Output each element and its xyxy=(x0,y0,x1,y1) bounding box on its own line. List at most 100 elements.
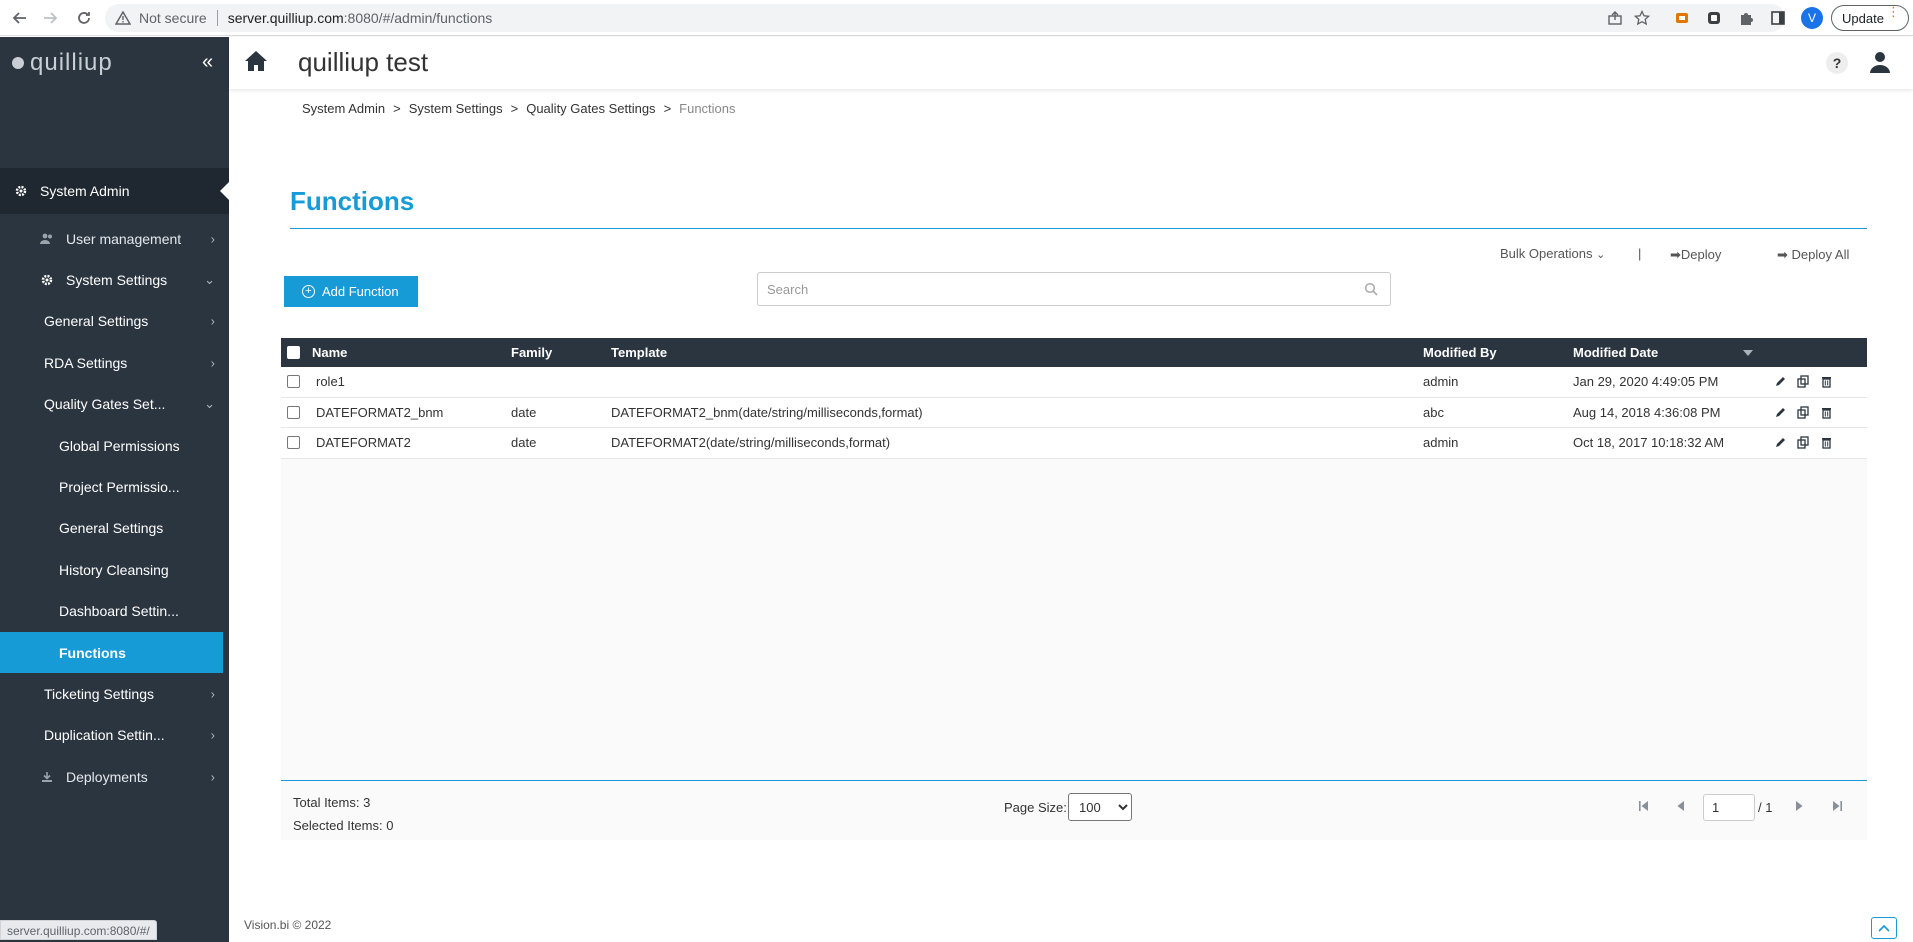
table-row[interactable]: DATEFORMAT2_bnm date DATEFORMAT2_bnm(dat… xyxy=(281,397,1867,428)
scroll-to-top-button[interactable] xyxy=(1871,917,1897,939)
edit-icon[interactable] xyxy=(1774,436,1787,449)
trash-icon[interactable] xyxy=(1820,375,1833,388)
sidebar-item-qg-general-settings[interactable]: General Settings xyxy=(0,508,229,549)
sidebar-item-label: Deployments xyxy=(66,768,148,785)
sidebar-item-label: Quality Gates Set... xyxy=(44,396,166,413)
more-menu-icon: ⋮ xyxy=(1887,4,1900,19)
chevron-right-icon: › xyxy=(210,313,215,329)
search-icon[interactable] xyxy=(1364,282,1378,296)
bookmark-star-icon[interactable] xyxy=(1632,8,1652,28)
back-icon[interactable] xyxy=(8,6,32,30)
select-all-checkbox[interactable] xyxy=(287,346,300,359)
sidebar-item-system-settings[interactable]: System Settings ⌄ xyxy=(0,259,229,300)
breadcrumb-separator: > xyxy=(663,101,672,116)
edit-icon[interactable] xyxy=(1774,375,1787,388)
row-actions xyxy=(1774,428,1833,458)
profile-avatar[interactable]: V xyxy=(1801,7,1823,29)
trash-icon[interactable] xyxy=(1820,436,1833,449)
sidebar-item-global-permissions[interactable]: Global Permissions xyxy=(0,425,229,466)
sidebar-item-label: System Admin xyxy=(40,183,130,199)
row-checkbox[interactable] xyxy=(287,405,300,419)
sidebar-item-general-settings[interactable]: General Settings › xyxy=(0,301,229,342)
edit-icon[interactable] xyxy=(1774,406,1787,419)
cast-extension-icon[interactable] xyxy=(1672,8,1692,28)
row-actions xyxy=(1774,398,1833,428)
breadcrumb-quality-gates-settings[interactable]: Quality Gates Settings xyxy=(526,101,655,116)
puzzle-extensions-icon[interactable] xyxy=(1736,8,1756,28)
column-header-name[interactable]: Name xyxy=(312,338,347,367)
quilliup-logo[interactable]: quilliup xyxy=(12,49,113,77)
column-header-modified-date[interactable]: Modified Date xyxy=(1573,338,1658,367)
copy-icon[interactable] xyxy=(1797,436,1810,449)
breadcrumb-system-settings[interactable]: System Settings xyxy=(409,101,503,116)
chevron-right-icon: › xyxy=(210,231,215,247)
app-header: quilliup test ? xyxy=(229,37,1913,89)
cell-name: DATEFORMAT2_bnm xyxy=(316,404,444,420)
logo-dot-icon xyxy=(12,57,24,69)
search-input[interactable] xyxy=(758,273,1348,305)
sidebar-item-user-management[interactable]: User management › xyxy=(0,218,229,259)
help-icon[interactable]: ? xyxy=(1826,52,1848,74)
page-size-select[interactable]: 100 xyxy=(1068,793,1132,821)
warning-icon xyxy=(115,11,131,25)
table-row[interactable]: DATEFORMAT2 date DATEFORMAT2(date/string… xyxy=(281,428,1867,459)
cell-modified-by: admin xyxy=(1423,435,1459,451)
address-bar[interactable]: Not secure server.quilliup.com:8080/#/ad… xyxy=(105,4,1785,32)
sidebar-item-duplication-settings[interactable]: Duplication Settin... › xyxy=(0,715,229,756)
column-header-template[interactable]: Template xyxy=(611,338,667,367)
row-checkbox[interactable] xyxy=(287,436,300,450)
sidebar-item-label: Global Permissions xyxy=(59,437,180,454)
row-checkbox[interactable] xyxy=(287,375,300,389)
first-page-icon[interactable] xyxy=(1637,799,1651,813)
cell-template: DATEFORMAT2(date/string/milliseconds,for… xyxy=(611,435,891,451)
gear-icon xyxy=(40,274,54,286)
side-panel-icon[interactable] xyxy=(1768,8,1788,28)
cell-modified-date: Oct 18, 2017 10:18:32 AM xyxy=(1573,435,1725,451)
sidebar-item-functions[interactable]: Functions xyxy=(0,631,223,674)
download-icon xyxy=(40,771,54,783)
sidebar-item-label: Ticketing Settings xyxy=(44,685,154,702)
gear-icon xyxy=(14,185,28,197)
home-icon[interactable] xyxy=(244,50,270,74)
reload-icon[interactable] xyxy=(72,6,96,30)
sort-desc-icon[interactable] xyxy=(1743,350,1753,356)
bulk-operations-dropdown[interactable]: Bulk Operations ⌄ xyxy=(1500,246,1605,261)
page-number-input[interactable] xyxy=(1703,794,1755,821)
last-page-icon[interactable] xyxy=(1830,799,1844,813)
sidebar-item-project-permissions[interactable]: Project Permissio... xyxy=(0,466,229,507)
next-page-icon[interactable] xyxy=(1792,799,1806,813)
logo-text: quilliup xyxy=(30,49,113,76)
add-function-label: Add Function xyxy=(322,284,399,299)
copy-icon[interactable] xyxy=(1797,375,1810,388)
copy-icon[interactable] xyxy=(1797,406,1810,419)
total-items: Total Items: 3 xyxy=(293,795,371,810)
sidebar-item-history-cleansing[interactable]: History Cleansing xyxy=(0,549,229,590)
sidebar-item-rda-settings[interactable]: RDA Settings › xyxy=(0,342,229,383)
sidebar-item-deployments[interactable]: Deployments › xyxy=(0,756,229,797)
title-divider xyxy=(290,228,1867,229)
breadcrumb-system-admin[interactable]: System Admin xyxy=(302,101,385,116)
deploy-button[interactable]: ➡Deploy xyxy=(1670,247,1721,263)
update-button[interactable]: Update ⋮ xyxy=(1831,5,1909,31)
column-header-family[interactable]: Family xyxy=(511,338,552,367)
sidebar-item-system-admin[interactable]: System Admin xyxy=(0,168,229,214)
prev-page-icon[interactable] xyxy=(1674,799,1688,813)
extension-icon[interactable] xyxy=(1704,8,1724,28)
collapse-sidebar-icon[interactable]: « xyxy=(202,51,213,74)
add-function-button[interactable]: + Add Function xyxy=(284,276,418,307)
deploy-all-button[interactable]: ➡ Deploy All xyxy=(1777,247,1849,263)
trash-icon[interactable] xyxy=(1820,406,1833,419)
sidebar-item-ticketing-settings[interactable]: Ticketing Settings › xyxy=(0,673,229,714)
table-row[interactable]: role1 admin Jan 29, 2020 4:49:05 PM xyxy=(281,367,1867,398)
user-icon[interactable] xyxy=(1869,50,1893,76)
breadcrumb-separator: > xyxy=(393,101,401,116)
forward-icon[interactable] xyxy=(38,6,62,30)
sidebar-item-dashboard-settings[interactable]: Dashboard Settin... xyxy=(0,591,229,632)
share-icon[interactable] xyxy=(1605,8,1625,28)
sidebar-item-quality-gates-settings[interactable]: Quality Gates Set... ⌄ xyxy=(0,384,229,425)
functions-table: Name Family Template Modified By Modifie… xyxy=(281,338,1867,840)
cell-family: date xyxy=(511,435,537,451)
page-title: Functions xyxy=(290,186,415,216)
column-header-modified-by[interactable]: Modified By xyxy=(1423,338,1497,367)
cell-modified-by: admin xyxy=(1423,374,1459,390)
